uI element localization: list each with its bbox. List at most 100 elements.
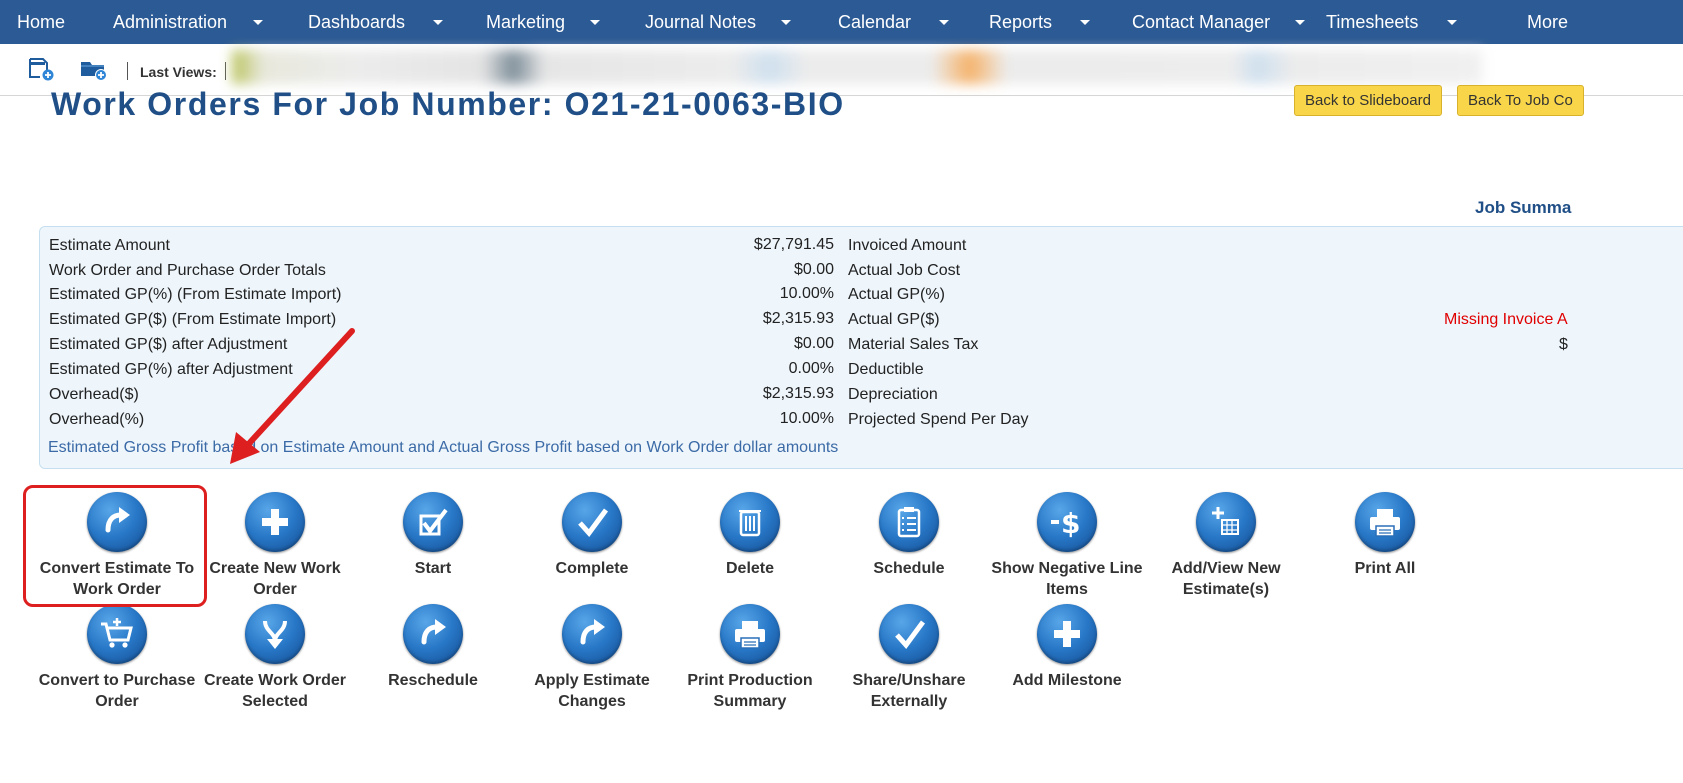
overhead-dollar-value: $2,315.93 xyxy=(762,385,834,402)
nav-administration[interactable]: Administration xyxy=(113,0,264,44)
reschedule-button[interactable]: Reschedule xyxy=(354,604,512,691)
show-negative-line-items-button[interactable]: $ Show Negative Line Items xyxy=(988,492,1146,600)
caret-down-icon xyxy=(939,19,950,25)
trash-icon xyxy=(720,492,780,552)
print-all-button[interactable]: Print All xyxy=(1306,492,1464,579)
action-label: Schedule xyxy=(873,560,945,577)
nav-home[interactable]: Home xyxy=(17,0,65,44)
plus-icon xyxy=(1037,604,1097,664)
toolbar-divider xyxy=(225,62,226,80)
create-work-order-selected-button[interactable]: Create Work Order Selected xyxy=(196,604,354,712)
invoiced-amount-label: Invoiced Amount xyxy=(848,237,967,254)
caret-down-icon xyxy=(590,19,601,25)
delete-button[interactable]: Delete xyxy=(671,492,829,579)
nav-marketing[interactable]: Marketing xyxy=(486,0,601,44)
plus-icon xyxy=(245,492,305,552)
actual-job-cost-label: Actual Job Cost xyxy=(848,262,961,279)
material-sales-tax-value: $ xyxy=(1559,336,1568,353)
printer-icon xyxy=(720,604,780,664)
page-title: Work Orders For Job Number: O21-21-0063-… xyxy=(51,86,845,122)
convert-to-purchase-order-button[interactable]: Convert to Purchase Order xyxy=(38,604,196,712)
caret-down-icon xyxy=(1080,19,1091,25)
action-label: Create New Work Order xyxy=(209,560,341,598)
nav-journal-notes[interactable]: Journal Notes xyxy=(645,0,792,44)
nav-label: Reports xyxy=(989,11,1053,32)
last-views-list[interactable] xyxy=(232,50,1482,84)
nav-calendar[interactable]: Calendar xyxy=(838,0,950,44)
caret-down-icon xyxy=(253,19,264,25)
nav-dashboards[interactable]: Dashboards xyxy=(308,0,444,44)
summary-footnote: Estimated Gross Profit based on Estimate… xyxy=(48,439,839,456)
estimated-gp-pct-value: 10.00% xyxy=(779,285,834,302)
overhead-pct-label: Overhead(%) xyxy=(49,411,145,428)
estimate-amount-value: $27,791.45 xyxy=(753,236,834,253)
action-label: Create Work Order Selected xyxy=(204,672,346,710)
estimated-gp-dollar-value: $2,315.93 xyxy=(762,310,834,327)
deductible-label: Deductible xyxy=(848,361,924,378)
last-views-label: Last Views: xyxy=(140,64,217,80)
start-button[interactable]: Start xyxy=(354,492,512,579)
caret-down-icon xyxy=(781,19,792,25)
caret-down-icon xyxy=(1447,19,1458,25)
checkmark-icon xyxy=(562,492,622,552)
complete-button[interactable]: Complete xyxy=(513,492,671,579)
action-label: Add/View New Estimate(s) xyxy=(1171,560,1281,598)
nav-timesheets[interactable]: Timesheets xyxy=(1326,0,1458,44)
nav-more[interactable]: More xyxy=(1527,0,1568,44)
action-label: Add Milestone xyxy=(1012,672,1122,689)
nav-label: More xyxy=(1527,11,1569,32)
add-milestone-button[interactable]: Add Milestone xyxy=(988,604,1146,691)
estimated-gp-pct-label: Estimated GP(%) (From Estimate Import) xyxy=(49,286,342,303)
actual-gp-pct-label: Actual GP(%) xyxy=(848,286,945,303)
nav-label: Marketing xyxy=(486,11,566,32)
overhead-pct-value: 10.00% xyxy=(779,410,834,427)
add-estimate-icon xyxy=(1196,492,1256,552)
clipboard-icon xyxy=(879,492,939,552)
action-label: Delete xyxy=(725,560,775,577)
schedule-button[interactable]: Schedule xyxy=(830,492,988,579)
share-unshare-externally-button[interactable]: Share/Unshare Externally xyxy=(830,604,988,712)
gp-dollar-adjustment-label: Estimated GP($) after Adjustment xyxy=(49,336,288,353)
apply-estimate-changes-button[interactable]: Apply Estimate Changes xyxy=(513,604,671,712)
negative-dollar-icon: $ xyxy=(1037,492,1097,552)
projected-spend-label: Projected Spend Per Day xyxy=(848,411,1029,428)
new-document-icon[interactable] xyxy=(27,57,55,81)
back-to-slideboard-button[interactable]: Back to Slideboard xyxy=(1294,85,1442,116)
redo-arrow-icon xyxy=(87,492,147,552)
nav-label: Journal Notes xyxy=(645,11,757,32)
checkbox-icon xyxy=(403,492,463,552)
action-label: Apply Estimate Changes xyxy=(534,672,650,710)
gp-pct-adjustment-value: 0.00% xyxy=(788,360,834,377)
merge-arrow-icon xyxy=(245,604,305,664)
action-label: Print Production Summary xyxy=(687,672,813,710)
missing-invoice-warning: Missing Invoice A xyxy=(1444,311,1568,328)
create-new-work-order-button[interactable]: Create New Work Order xyxy=(196,492,354,600)
actual-gp-dollar-label: Actual GP($) xyxy=(848,311,940,328)
nav-label: Home xyxy=(17,11,66,32)
action-label: Convert to Purchase Order xyxy=(38,672,196,710)
svg-text:$: $ xyxy=(1061,507,1080,540)
nav-label: Dashboards xyxy=(308,11,406,32)
back-to-job-button[interactable]: Back To Job Co xyxy=(1457,85,1584,116)
action-label: Reschedule xyxy=(388,672,478,689)
gp-pct-adjustment-label: Estimated GP(%) after Adjustment xyxy=(49,361,293,378)
nav-reports[interactable]: Reports xyxy=(989,0,1091,44)
convert-estimate-to-work-order-button[interactable]: Convert Estimate To Work Order xyxy=(38,492,196,600)
toolbar-divider xyxy=(127,62,128,80)
action-label: Complete xyxy=(555,560,629,577)
print-production-summary-button[interactable]: Print Production Summary xyxy=(671,604,829,712)
add-view-estimates-button[interactable]: Add/View New Estimate(s) xyxy=(1147,492,1305,600)
nav-label: Contact Manager xyxy=(1132,11,1271,32)
gp-dollar-adjustment-value: $0.00 xyxy=(793,335,834,352)
new-folder-icon[interactable] xyxy=(80,57,108,81)
material-sales-tax-label: Material Sales Tax xyxy=(848,336,979,353)
nav-contact-manager[interactable]: Contact Manager xyxy=(1132,0,1306,44)
estimated-gp-dollar-label: Estimated GP($) (From Estimate Import) xyxy=(49,311,337,328)
action-label: Convert Estimate To Work Order xyxy=(39,560,195,598)
printer-icon xyxy=(1355,492,1415,552)
action-label: Print All xyxy=(1354,560,1416,577)
depreciation-label: Depreciation xyxy=(848,386,938,403)
overhead-dollar-label: Overhead($) xyxy=(49,386,139,403)
nav-label: Calendar xyxy=(838,11,912,32)
redo-arrow-icon xyxy=(403,604,463,664)
